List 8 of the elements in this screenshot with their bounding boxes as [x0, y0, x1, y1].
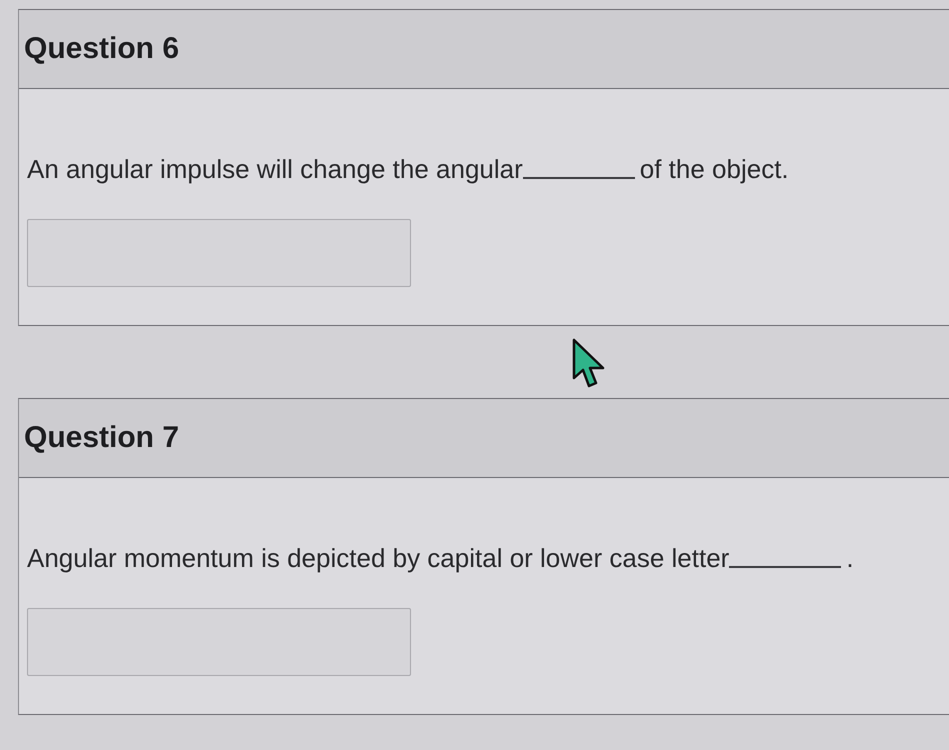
question-title: Question 7 — [24, 421, 180, 455]
question-text: of the object. — [640, 153, 789, 185]
answer-box[interactable] — [27, 608, 411, 676]
answer-box[interactable] — [27, 219, 411, 287]
question-text: An angular impulse will change the angular — [27, 153, 523, 185]
question-text: Angular momentum is depicted by capital or lower case letter — [27, 542, 730, 574]
question-title: Question 6 — [24, 32, 180, 66]
question-text: . — [846, 542, 854, 574]
